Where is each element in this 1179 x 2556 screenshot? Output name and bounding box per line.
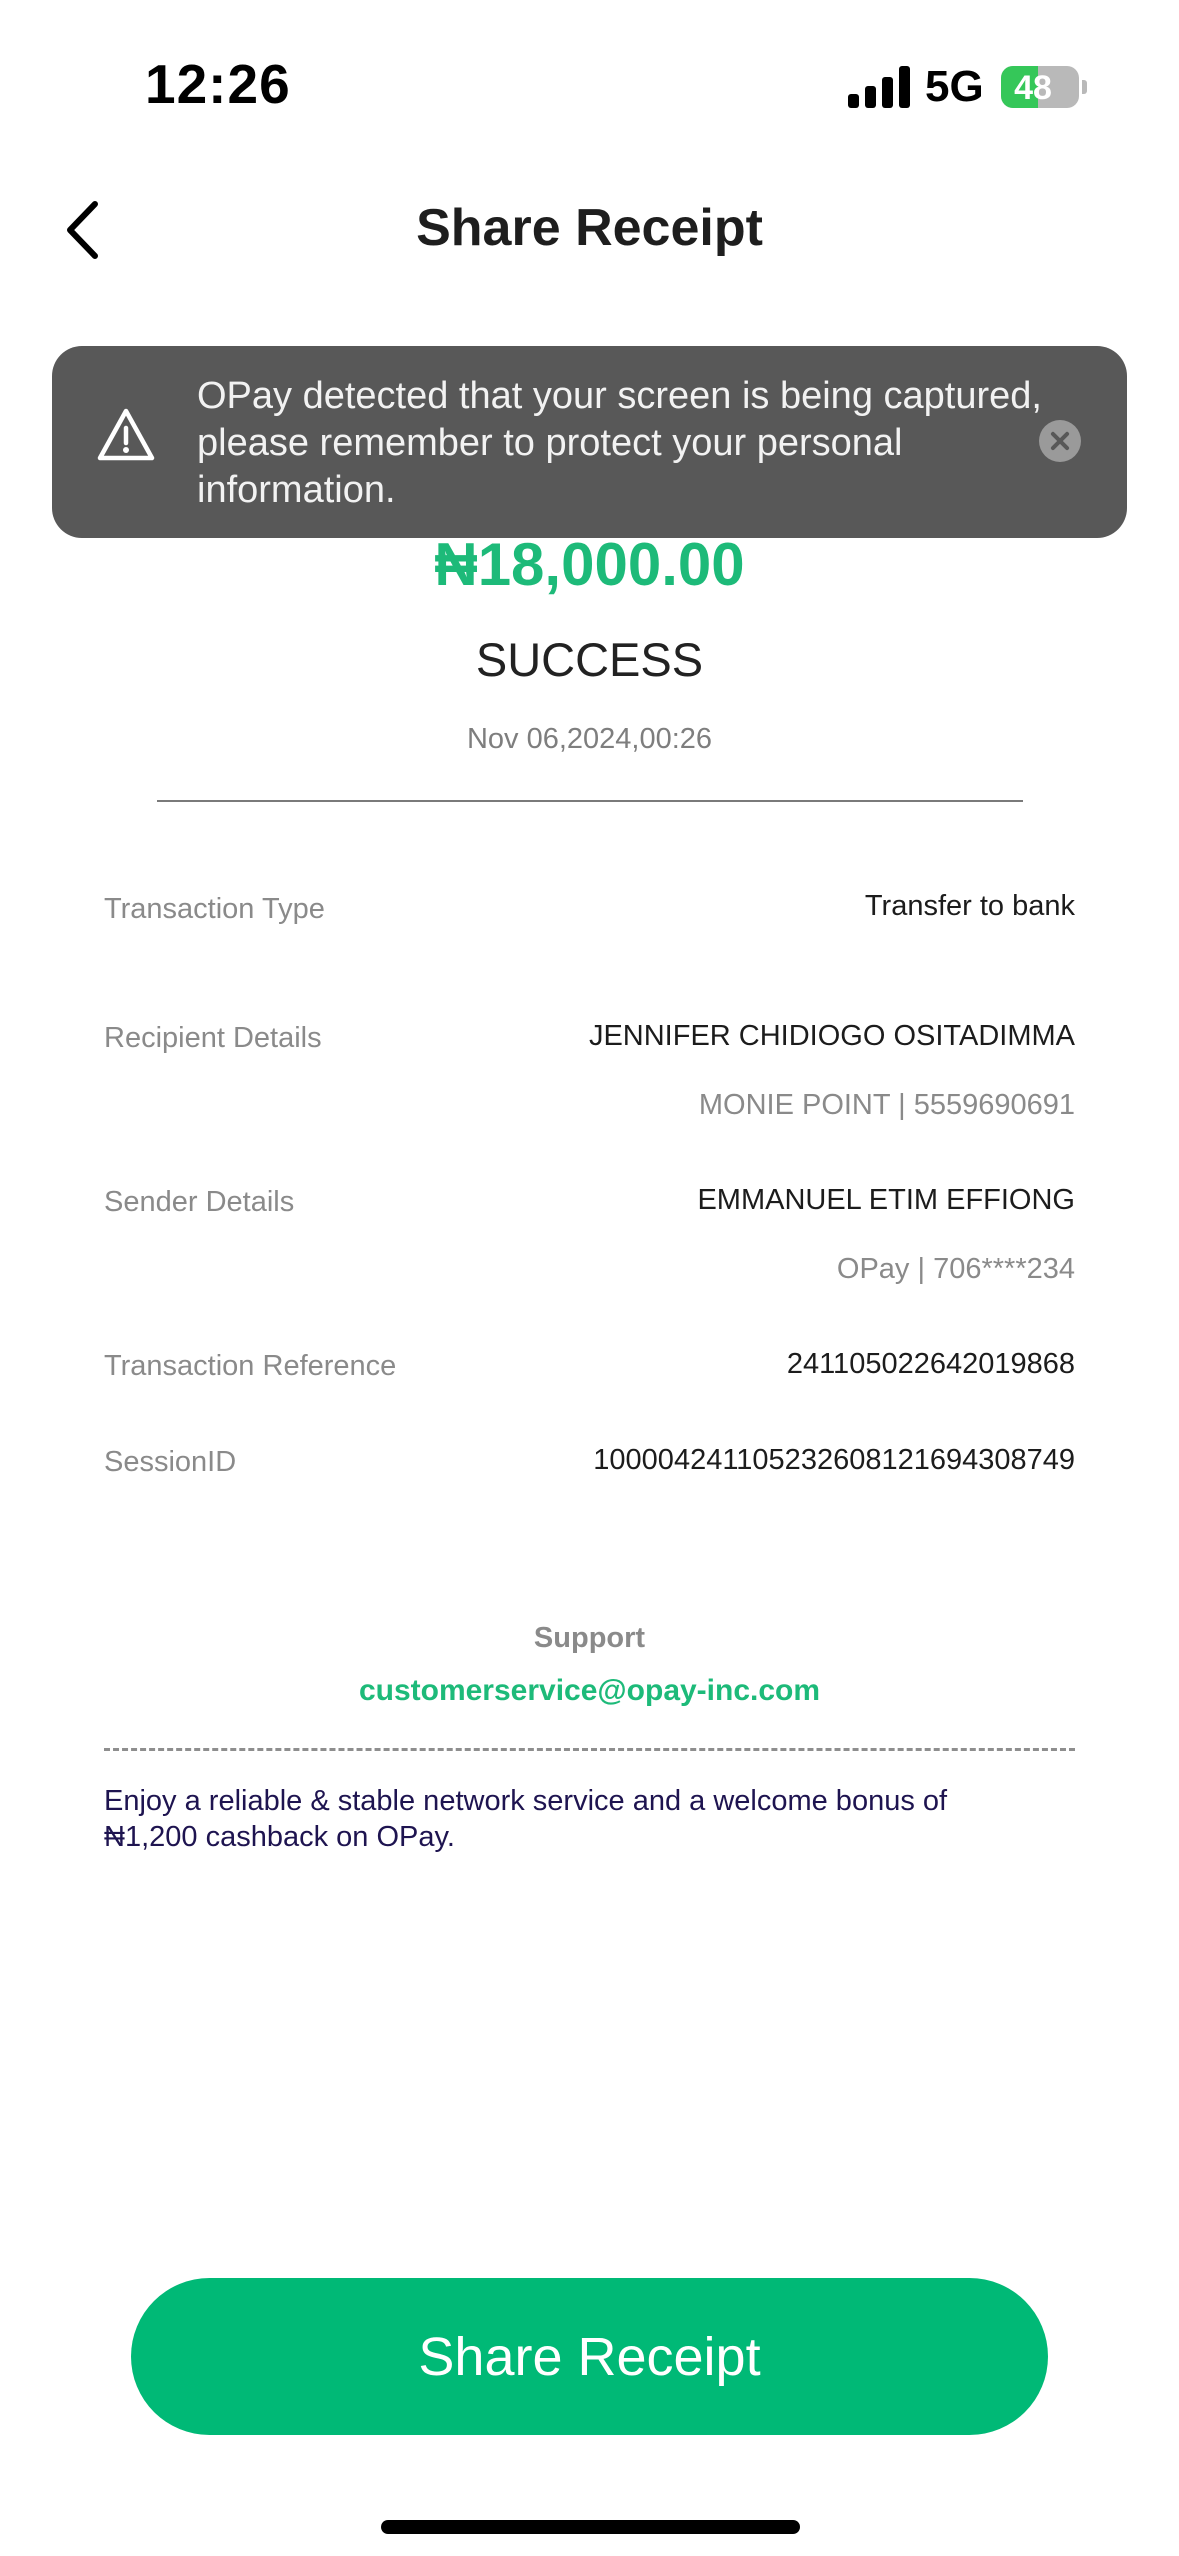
warning-icon	[97, 408, 155, 461]
toast-message: OPay detected that your screen is being …	[197, 375, 1042, 511]
recipient-name: JENNIFER CHIDIOGO OSITADIMMA	[588, 1020, 1075, 1052]
page-title: Share Receipt	[416, 199, 763, 257]
transaction-date: Nov 06,2024,00:26	[466, 723, 713, 755]
support-label: Support	[533, 1622, 646, 1654]
status-bar: 12:26 5G 48	[0, 0, 1179, 170]
screen-capture-toast: OPay detected that your screen is being …	[52, 346, 1127, 538]
promo-text: Enjoy a reliable & stable network servic…	[104, 1785, 948, 1853]
status-time: 12:26	[145, 53, 291, 115]
support-email-link[interactable]: customerservice@opay-inc.com	[0, 1674, 1179, 1708]
session-id-value: 100004241105232608121694308749	[593, 1444, 1075, 1476]
home-indicator	[381, 2520, 800, 2534]
divider	[157, 800, 1023, 802]
battery-percent: 48	[1014, 69, 1052, 107]
close-icon[interactable]	[1039, 420, 1081, 462]
transaction-reference-label: Transaction Reference	[104, 1350, 397, 1382]
share-receipt-button[interactable]: Share Receipt	[131, 2278, 1048, 2435]
battery-icon: 48	[1001, 66, 1079, 108]
network-type: 5G	[925, 62, 984, 111]
amount: ₦18,000.00	[434, 531, 745, 598]
transaction-type-label: Transaction Type	[104, 893, 325, 925]
signal-icon	[848, 66, 910, 108]
transaction-reference-value: 241105022642019868	[786, 1348, 1075, 1380]
transaction-status: SUCCESS	[475, 633, 704, 686]
transaction-type-value: Transfer to bank	[864, 890, 1075, 922]
sender-details-label: Sender Details	[104, 1186, 295, 1218]
recipient-bank: MONIE POINT | 5559690691	[698, 1089, 1075, 1121]
battery-tip	[1082, 80, 1087, 94]
sender-bank: OPay | 706****234	[836, 1253, 1075, 1285]
session-id-label: SessionID	[104, 1446, 237, 1478]
sender-name: EMMANUEL ETIM EFFIONG	[697, 1184, 1075, 1216]
recipient-details-label: Recipient Details	[104, 1022, 322, 1054]
dashed-divider	[104, 1748, 1075, 1751]
